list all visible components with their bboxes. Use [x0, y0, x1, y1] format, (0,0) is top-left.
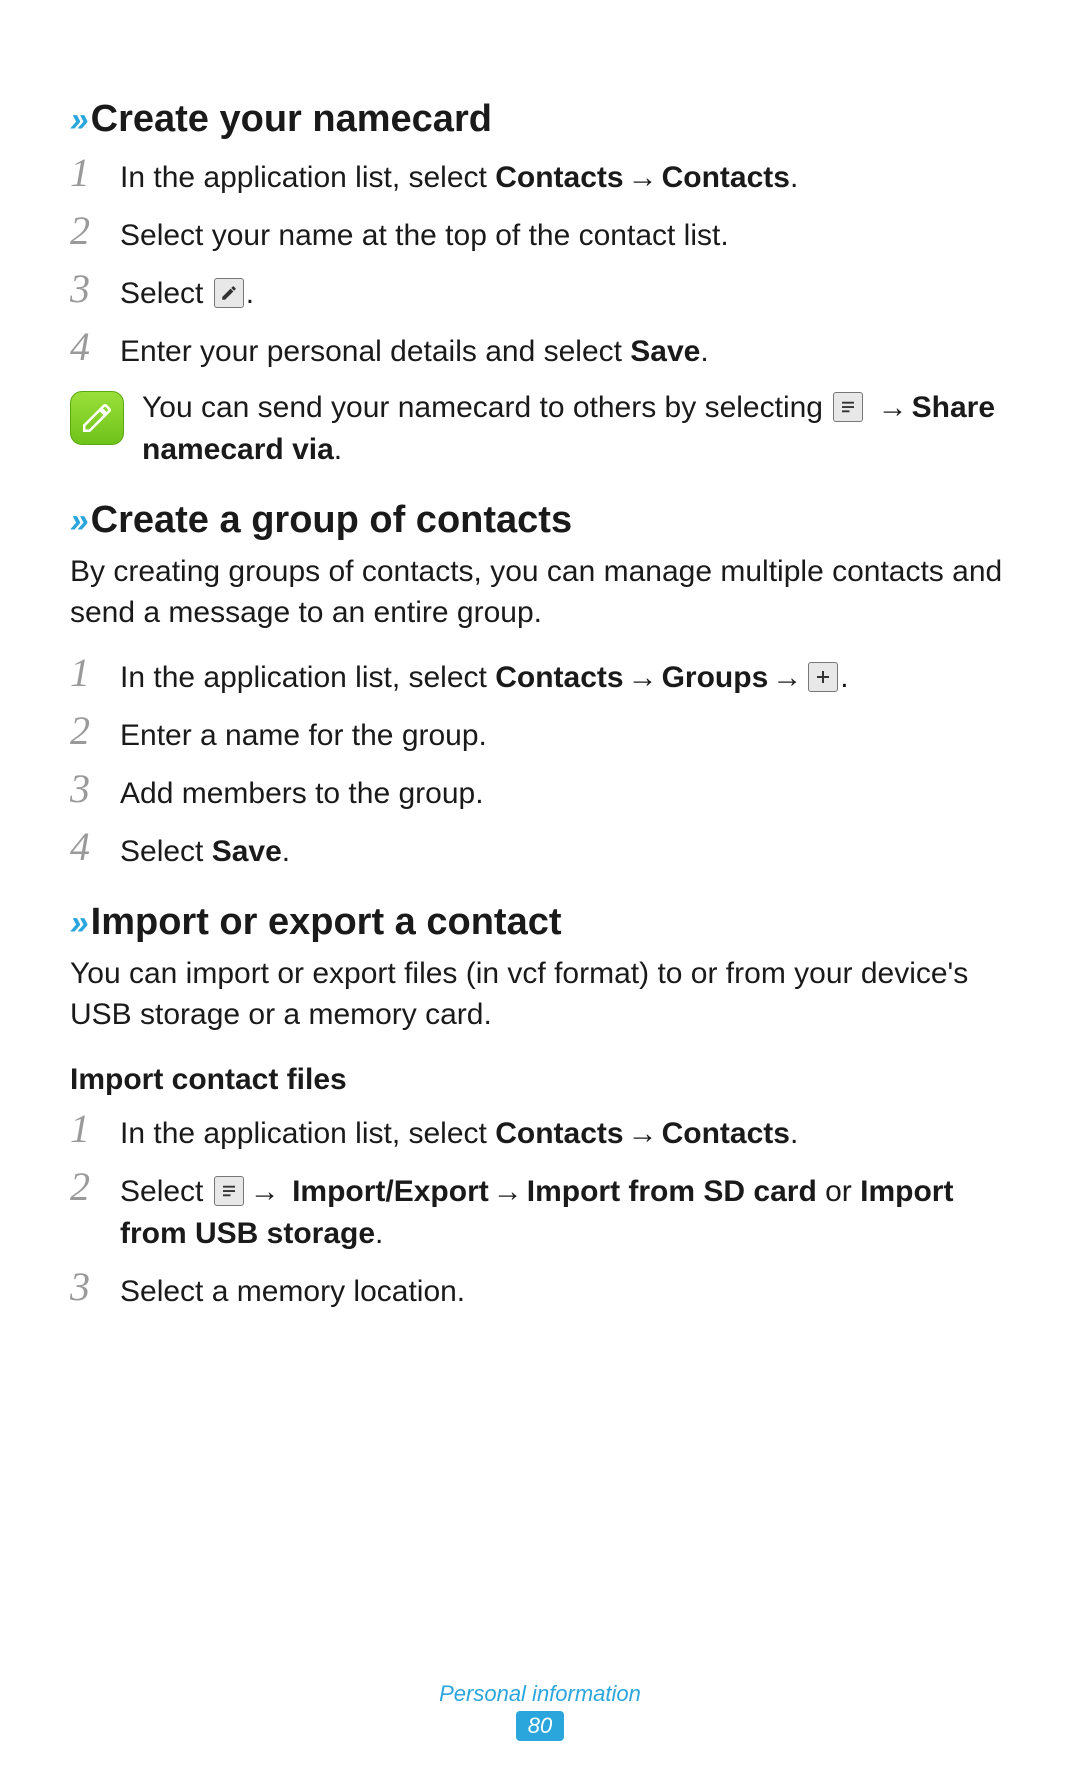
step: 4 Enter your personal details and select… — [70, 327, 1010, 373]
text: . — [790, 161, 798, 194]
subheading: Import contact files — [70, 1063, 1010, 1097]
arrow-glyph: → — [246, 1171, 284, 1213]
footer-label: Personal information — [0, 1681, 1080, 1707]
text: . — [790, 1117, 798, 1150]
bold-text: Import/Export — [292, 1175, 489, 1208]
step: 2 Select your name at the top of the con… — [70, 211, 1010, 257]
text: . — [334, 433, 342, 466]
chevron-icon: ›› — [70, 904, 85, 943]
text: . — [840, 661, 848, 694]
text: In the application list, select — [120, 1117, 495, 1150]
section-heading: ›› Create your namecard — [70, 98, 1010, 141]
arrow-glyph: → — [624, 1113, 662, 1155]
step-number: 1 — [70, 653, 100, 693]
bold-text: Contacts — [662, 1117, 790, 1150]
bold-text: Contacts — [495, 661, 623, 694]
step-text: In the application list, select Contacts… — [120, 1109, 798, 1155]
arrow-glyph: → — [874, 387, 912, 429]
step-number: 4 — [70, 827, 100, 867]
page-number: 80 — [516, 1711, 564, 1741]
bold-text: Import from SD card — [527, 1175, 817, 1208]
step-number: 2 — [70, 1167, 100, 1207]
note-text: You can send your namecard to others by … — [142, 387, 1010, 471]
section-title: Import or export a contact — [91, 901, 562, 944]
step-number: 2 — [70, 711, 100, 751]
step-text: In the application list, select Contacts… — [120, 653, 849, 699]
section-title: Create your namecard — [91, 98, 492, 141]
step: 1 In the application list, select Contac… — [70, 1109, 1010, 1155]
step-text: Select a memory location. — [120, 1267, 465, 1313]
bold-text: Save — [212, 835, 282, 868]
note-icon — [70, 391, 124, 445]
arrow-glyph: → — [489, 1171, 527, 1213]
edit-icon — [214, 278, 244, 308]
step-text: Add members to the group. — [120, 769, 484, 815]
step-number: 3 — [70, 769, 100, 809]
step: 1 In the application list, select Contac… — [70, 653, 1010, 699]
section-heading: ›› Import or export a contact — [70, 901, 1010, 944]
arrow-glyph: → — [624, 157, 662, 199]
step: 4 Select Save. — [70, 827, 1010, 873]
step: 3 Select a memory location. — [70, 1267, 1010, 1313]
plus-icon — [808, 662, 838, 692]
text: In the application list, select — [120, 661, 495, 694]
step: 3 Select . — [70, 269, 1010, 315]
arrow-glyph: → — [624, 657, 662, 699]
text: . — [246, 277, 254, 310]
step-text: In the application list, select Contacts… — [120, 153, 798, 199]
bold-text: Save — [630, 335, 700, 368]
bold-text: Contacts — [495, 161, 623, 194]
section-title: Create a group of contacts — [91, 499, 572, 542]
bold-text: Groups — [662, 661, 769, 694]
text: Select — [120, 1175, 212, 1208]
text: . — [700, 335, 708, 368]
section-heading: ›› Create a group of contacts — [70, 499, 1010, 542]
text: In the application list, select — [120, 161, 495, 194]
step: 2 Enter a name for the group. — [70, 711, 1010, 757]
section-description: You can import or export files (in vcf f… — [70, 954, 1010, 1035]
text: or — [817, 1175, 860, 1208]
chevron-icon: ›› — [70, 101, 85, 140]
text: . — [282, 835, 290, 868]
step-number: 4 — [70, 327, 100, 367]
footer: Personal information 80 — [0, 1681, 1080, 1741]
step-number: 3 — [70, 269, 100, 309]
text: Enter your personal details and select — [120, 335, 630, 368]
step: 3 Add members to the group. — [70, 769, 1010, 815]
step-number: 3 — [70, 1267, 100, 1307]
step: 1 In the application list, select Contac… — [70, 153, 1010, 199]
menu-icon — [833, 392, 863, 422]
step-number: 1 — [70, 1109, 100, 1149]
step-text: Select your name at the top of the conta… — [120, 211, 729, 257]
step-text: Select Save. — [120, 827, 290, 873]
section-description: By creating groups of contacts, you can … — [70, 552, 1010, 633]
menu-icon — [214, 1176, 244, 1206]
bold-text: Contacts — [662, 161, 790, 194]
bold-text: Contacts — [495, 1117, 623, 1150]
step: 2 Select → Import/Export→Import from SD … — [70, 1167, 1010, 1255]
text: Select — [120, 277, 212, 310]
step-number: 1 — [70, 153, 100, 193]
step-number: 2 — [70, 211, 100, 251]
text: Select — [120, 835, 212, 868]
note: You can send your namecard to others by … — [70, 387, 1010, 471]
step-text: Enter a name for the group. — [120, 711, 487, 757]
chevron-icon: ›› — [70, 502, 85, 541]
arrow-glyph: → — [768, 657, 806, 699]
text: You can send your namecard to others by … — [142, 391, 831, 424]
text: . — [375, 1217, 383, 1250]
step-text: Enter your personal details and select S… — [120, 327, 709, 373]
step-text: Select . — [120, 269, 254, 315]
step-text: Select → Import/Export→Import from SD ca… — [120, 1167, 1010, 1255]
